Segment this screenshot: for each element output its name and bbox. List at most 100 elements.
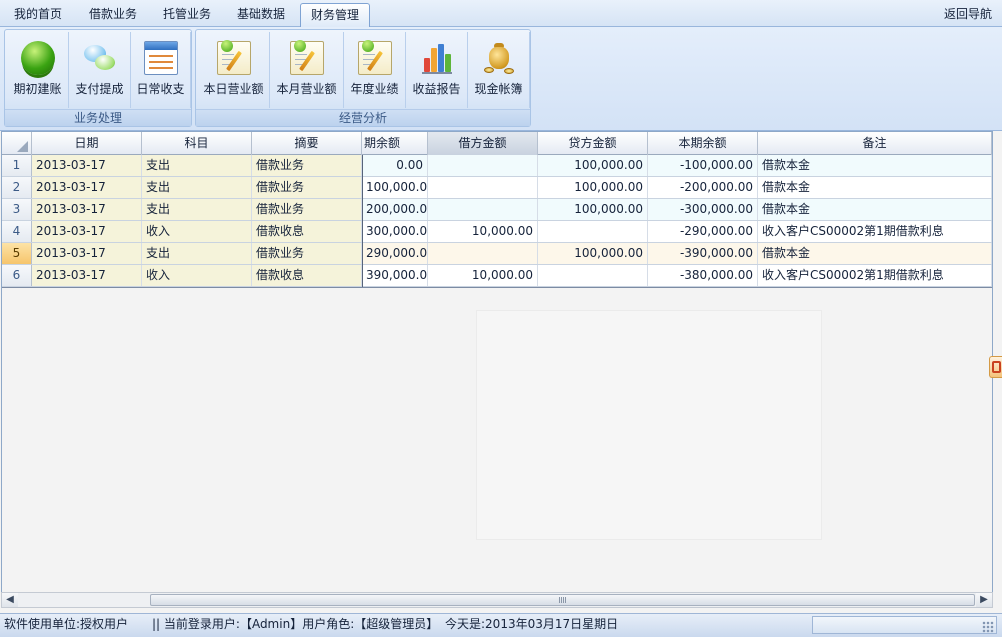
cell-summary[interactable]: 借款业务 — [252, 243, 362, 264]
table-row[interactable]: 5 2013-03-17 支出 借款业务 290,000.00 100,000.00 -39… — [2, 243, 992, 265]
cell-date[interactable]: 2013-03-17 — [32, 177, 142, 198]
side-tab-icon — [992, 361, 1001, 373]
cell-debit[interactable]: 10,000.00 — [428, 265, 538, 286]
cell-summary[interactable]: 借款业务 — [252, 199, 362, 220]
back-to-navigation-link[interactable]: 返回导航 — [944, 4, 992, 24]
row-number[interactable]: 6 — [2, 265, 32, 286]
column-header-debit[interactable]: 借方金额 — [428, 132, 538, 155]
cell-debit[interactable] — [428, 155, 538, 176]
ribbon: 期初建账 支付提成 日常收支 业务处理 本日营业额 本月营业额 年度业绩 收益报… — [0, 27, 1002, 131]
cell-note[interactable]: 收入客户CS00002第1期借款利息 — [758, 265, 992, 286]
cell-summary[interactable]: 借款业务 — [252, 155, 362, 176]
row-number[interactable]: 1 — [2, 155, 32, 176]
tab-finance[interactable]: 财务管理 — [300, 3, 370, 28]
table-row[interactable]: 3 2013-03-17 支出 借款业务 200,000.00 100,000.00 -30… — [2, 199, 992, 221]
cell-subject[interactable]: 支出 — [142, 243, 252, 264]
horizontal-scrollbar[interactable]: ◀ ▶ — [1, 592, 993, 608]
column-header-credit[interactable]: 贷方金额 — [538, 132, 648, 155]
cell-credit[interactable] — [538, 221, 648, 242]
tab-loan-business[interactable]: 借款业务 — [80, 3, 146, 27]
opening-account-label: 期初建账 — [13, 82, 62, 96]
cell-debit[interactable]: 10,000.00 — [428, 221, 538, 242]
table-row[interactable]: 2 2013-03-17 支出 借款业务 100,000.00 100,000.00 -20… — [2, 177, 992, 199]
cell-debit[interactable] — [428, 177, 538, 198]
cell-date[interactable]: 2013-03-17 — [32, 265, 142, 286]
column-header-summary[interactable]: 摘要 — [252, 132, 362, 155]
cell-subject[interactable]: 支出 — [142, 177, 252, 198]
cell-opening-balance[interactable]: 290,000.00 — [362, 243, 428, 264]
cell-debit[interactable] — [428, 199, 538, 220]
cell-opening-balance[interactable]: 390,000.00 — [362, 265, 428, 286]
cell-credit[interactable] — [538, 265, 648, 286]
checklist-pencil-icon — [216, 40, 251, 75]
cell-credit[interactable]: 100,000.00 — [538, 199, 648, 220]
ribbon-group-business: 期初建账 支付提成 日常收支 业务处理 — [4, 29, 192, 127]
table-row[interactable]: 4 2013-03-17 收入 借款收息 300,000.00 10,000.00 -290… — [2, 221, 992, 243]
daily-income-expense-button[interactable]: 日常收支 — [131, 32, 191, 108]
cell-subject[interactable]: 收入 — [142, 221, 252, 242]
cell-date[interactable]: 2013-03-17 — [32, 155, 142, 176]
cell-date[interactable]: 2013-03-17 — [32, 243, 142, 264]
resize-grip-icon[interactable] — [982, 621, 994, 633]
tab-home[interactable]: 我的首页 — [6, 3, 70, 27]
row-number[interactable]: 5 — [2, 243, 32, 264]
empty-area-panel — [476, 310, 822, 540]
column-header-balance[interactable]: 本期余额 — [648, 132, 758, 155]
cell-subject[interactable]: 收入 — [142, 265, 252, 286]
cell-note[interactable]: 借款本金 — [758, 199, 992, 220]
table-row[interactable]: 6 2013-03-17 收入 借款收息 390,000.00 10,000.00 -380… — [2, 265, 992, 287]
row-number[interactable]: 2 — [2, 177, 32, 198]
opening-account-button[interactable]: 期初建账 — [7, 32, 69, 108]
side-panel-tab[interactable] — [989, 356, 1002, 378]
annual-performance-button[interactable]: 年度业绩 — [344, 32, 406, 108]
cash-ledger-button[interactable]: 现金帐簿 — [468, 32, 530, 108]
cell-date[interactable]: 2013-03-17 — [32, 221, 142, 242]
column-header-date[interactable]: 日期 — [32, 132, 142, 155]
row-number[interactable]: 4 — [2, 221, 32, 242]
cell-subject[interactable]: 支出 — [142, 199, 252, 220]
grid-header: 日期 科目 摘要 期余额 借方金额 贷方金额 本期余额 备注 — [2, 132, 992, 155]
cell-opening-balance[interactable]: 200,000.00 — [362, 199, 428, 220]
cell-date[interactable]: 2013-03-17 — [32, 199, 142, 220]
checklist-pencil-icon — [289, 40, 324, 75]
cell-balance[interactable]: -390,000.00 — [648, 243, 758, 264]
cell-note[interactable]: 收入客户CS00002第1期借款利息 — [758, 221, 992, 242]
monthly-turnover-button[interactable]: 本月营业额 — [270, 32, 344, 108]
column-header-opening-balance[interactable]: 期余额 — [362, 132, 428, 155]
income-report-button[interactable]: 收益报告 — [406, 32, 468, 108]
cell-balance[interactable]: -300,000.00 — [648, 199, 758, 220]
scroll-right-button[interactable]: ▶ — [976, 593, 992, 607]
cell-note[interactable]: 借款本金 — [758, 243, 992, 264]
cell-credit[interactable]: 100,000.00 — [538, 243, 648, 264]
column-header-subject[interactable]: 科目 — [142, 132, 252, 155]
cell-credit[interactable]: 100,000.00 — [538, 177, 648, 198]
select-all-corner[interactable] — [2, 132, 32, 155]
column-header-note[interactable]: 备注 — [758, 132, 992, 155]
row-number[interactable]: 3 — [2, 199, 32, 220]
cell-summary[interactable]: 借款收息 — [252, 221, 362, 242]
cell-note[interactable]: 借款本金 — [758, 155, 992, 176]
daily-turnover-button[interactable]: 本日营业额 — [198, 32, 270, 108]
scroll-left-button[interactable]: ◀ — [2, 593, 18, 607]
cell-balance[interactable]: -100,000.00 — [648, 155, 758, 176]
cell-opening-balance[interactable]: 100,000.00 — [362, 177, 428, 198]
cell-credit[interactable]: 100,000.00 — [538, 155, 648, 176]
cell-debit[interactable] — [428, 243, 538, 264]
cash-ledger-label: 现金帐簿 — [474, 82, 523, 96]
ledger-grid[interactable]: 日期 科目 摘要 期余额 借方金额 贷方金额 本期余额 备注 1 2013-03-… — [1, 131, 993, 597]
pay-commission-button[interactable]: 支付提成 — [69, 32, 131, 108]
cell-balance[interactable]: -200,000.00 — [648, 177, 758, 198]
tab-base-data[interactable]: 基础数据 — [228, 3, 294, 27]
chevron-right-icon: ▶ — [980, 594, 988, 605]
cell-summary[interactable]: 借款业务 — [252, 177, 362, 198]
table-row[interactable]: 1 2013-03-17 支出 借款业务 0.00 100,000.00 -100,000.… — [2, 155, 992, 177]
cell-opening-balance[interactable]: 300,000.00 — [362, 221, 428, 242]
cell-balance[interactable]: -290,000.00 — [648, 221, 758, 242]
cell-summary[interactable]: 借款收息 — [252, 265, 362, 286]
cell-note[interactable]: 借款本金 — [758, 177, 992, 198]
tab-custody-business[interactable]: 托管业务 — [154, 3, 220, 27]
cell-balance[interactable]: -380,000.00 — [648, 265, 758, 286]
scroll-thumb[interactable] — [150, 594, 975, 606]
cell-opening-balance[interactable]: 0.00 — [362, 155, 428, 176]
cell-subject[interactable]: 支出 — [142, 155, 252, 176]
